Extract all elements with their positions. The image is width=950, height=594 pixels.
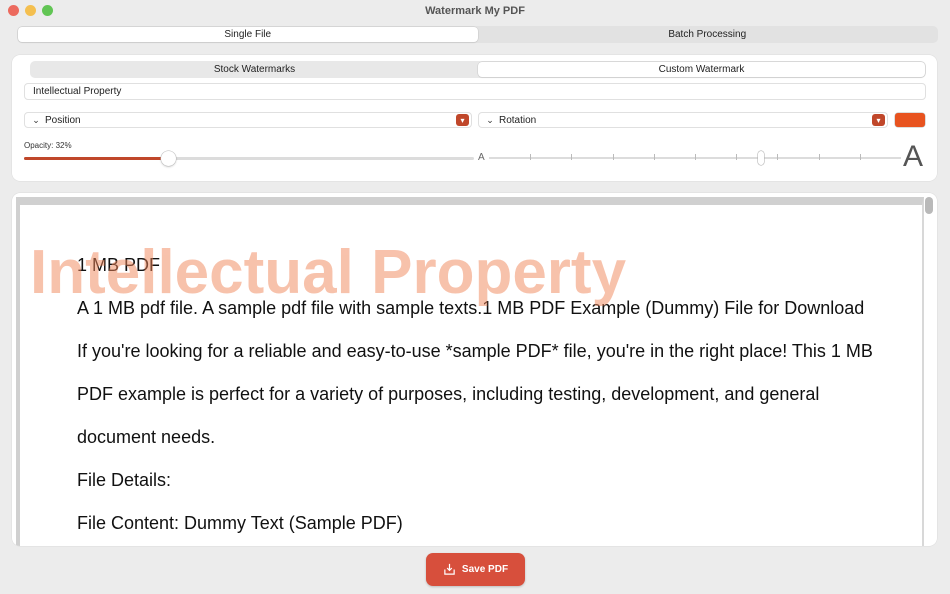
size-slider[interactable]	[489, 151, 901, 165]
tab-custom-watermark[interactable]: Custom Watermark	[478, 62, 925, 77]
pdf-preview[interactable]: 1 MB PDF A 1 MB pdf file. A sample pdf f…	[12, 193, 937, 546]
pdf-page: 1 MB PDF A 1 MB pdf file. A sample pdf f…	[16, 197, 924, 546]
pdf-line: File Details:	[77, 470, 172, 490]
tab-single-file[interactable]: Single File	[18, 27, 478, 42]
size-large-label: A	[903, 140, 924, 173]
maximize-window-button[interactable]	[42, 5, 53, 16]
size-slider-tick	[530, 154, 532, 160]
tab-batch-processing[interactable]: Batch Processing	[478, 27, 938, 42]
rotation-dropdown-label: Rotation	[499, 114, 537, 126]
size-slider-tick	[777, 154, 779, 160]
window-title: Watermark My PDF	[425, 5, 525, 17]
color-picker[interactable]	[895, 113, 925, 127]
opacity-slider-fill	[24, 157, 168, 160]
minimize-window-button[interactable]	[25, 5, 36, 16]
size-slider-tick	[571, 154, 573, 160]
watermark-overlay: Intellectual Property	[30, 238, 627, 307]
opacity-slider[interactable]	[24, 151, 474, 166]
pdf-line: PDF example is perfect for a variety of …	[77, 384, 820, 404]
position-dropdown[interactable]: ⌄ Position ▾	[24, 112, 472, 128]
settings-panel: Stock Watermarks Custom Watermark Intell…	[12, 55, 937, 181]
close-window-button[interactable]	[8, 5, 19, 16]
pdf-line: document needs.	[77, 427, 216, 447]
rotation-dropdown[interactable]: ⌄ Rotation ▾	[478, 112, 888, 128]
watermark-text-input[interactable]: Intellectual Property	[24, 83, 926, 100]
watermark-type-segmented-control: Stock Watermarks Custom Watermark	[30, 61, 926, 78]
pdf-line: If you're looking for a reliable and eas…	[77, 341, 873, 361]
size-slider-tick	[653, 154, 655, 160]
size-slider-tick	[818, 154, 820, 160]
size-slider-tick	[612, 154, 614, 160]
size-small-label: A	[478, 152, 485, 163]
position-dropdown-label: Position	[45, 114, 81, 126]
window-controls	[8, 5, 53, 16]
preview-scrollbar[interactable]	[925, 197, 933, 214]
save-pdf-button[interactable]: Save PDF	[426, 553, 525, 586]
size-slider-tick	[859, 154, 861, 160]
save-download-icon	[444, 563, 455, 575]
tab-stock-watermarks[interactable]: Stock Watermarks	[31, 62, 478, 77]
title-bar: Watermark My PDF	[0, 0, 950, 22]
save-pdf-label: Save PDF	[461, 564, 509, 575]
mode-segmented-control: Single File Batch Processing	[17, 26, 938, 43]
dropdown-arrow-icon[interactable]: ▾	[872, 114, 885, 126]
size-slider-tick	[695, 154, 696, 160]
dropdown-arrow-icon[interactable]: ▾	[456, 114, 469, 126]
size-slider-knob[interactable]	[757, 151, 764, 165]
chevron-down-icon: ⌄	[32, 114, 40, 125]
size-slider-tick	[736, 154, 738, 160]
opacity-label: Opacity: 32%	[24, 141, 72, 150]
opacity-slider-knob[interactable]	[161, 151, 176, 166]
chevron-down-icon: ⌄	[486, 114, 494, 125]
pdf-line: File Content: Dummy Text (Sample PDF)	[77, 513, 403, 533]
